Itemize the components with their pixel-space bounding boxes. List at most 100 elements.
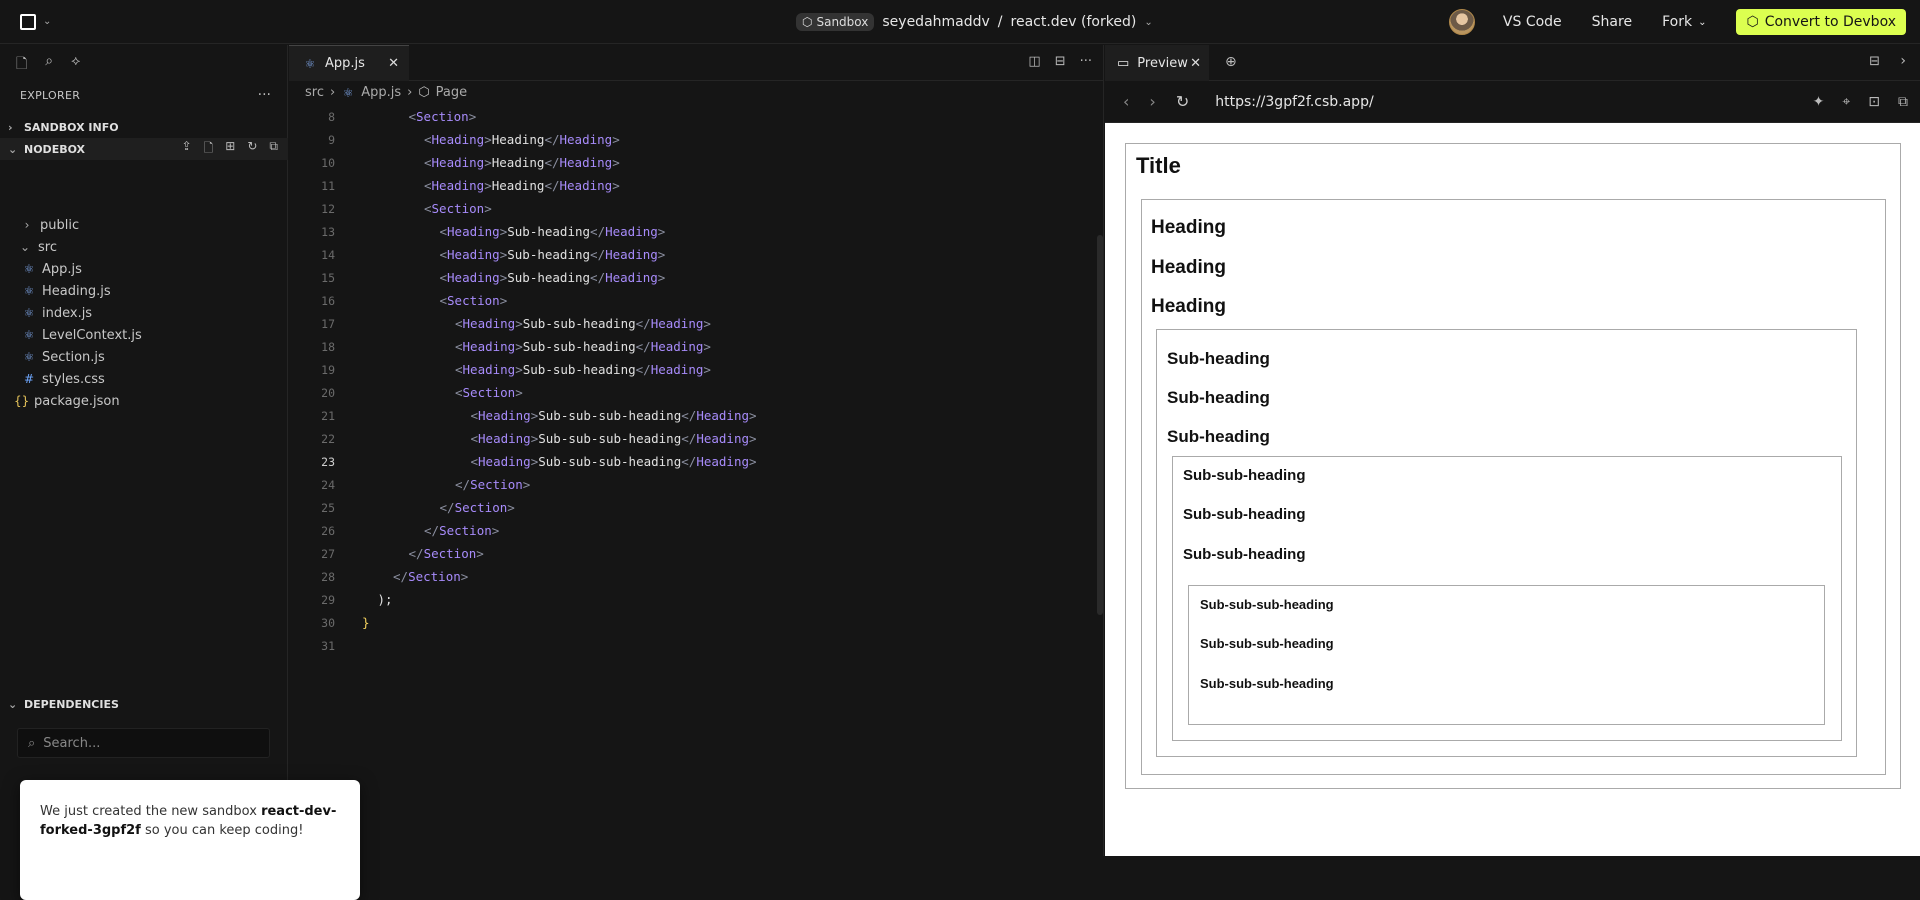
tree-item-label: index.js: [42, 305, 93, 321]
search-icon[interactable]: ⌕: [45, 53, 53, 77]
tab-app-js[interactable]: ⚛ App.js ✕: [289, 45, 409, 81]
code-line[interactable]: 8 <Section>: [289, 105, 1104, 128]
breadcrumb-src[interactable]: src: [305, 85, 324, 100]
react-icon: ⚛: [23, 284, 35, 298]
code-line[interactable]: 23 <Heading>Sub-sub-sub-heading</Heading>: [289, 450, 1104, 473]
code-line[interactable]: 22 <Heading>Sub-sub-sub-heading</Heading>: [289, 427, 1104, 450]
tree-item[interactable]: ⚛ App.js: [0, 258, 288, 280]
tree-item[interactable]: # styles.css: [0, 368, 288, 390]
react-icon: ⚛: [23, 262, 35, 276]
owner-name[interactable]: seyedahmaddv: [882, 14, 989, 30]
code-line[interactable]: 17 <Heading>Sub-sub-heading</Heading>: [289, 312, 1104, 335]
upload-icon[interactable]: ⇪: [182, 139, 192, 160]
dependencies-section[interactable]: ⌄ DEPENDENCIES: [0, 693, 288, 715]
tree-item[interactable]: ⚛ index.js: [0, 302, 288, 324]
sandbox-info-section[interactable]: › SANDBOX INFO: [0, 116, 288, 138]
code-line[interactable]: 16 <Section>: [289, 289, 1104, 312]
more-icon[interactable]: ···: [1080, 54, 1092, 69]
code-line[interactable]: 21 <Heading>Sub-sub-sub-heading</Heading>: [289, 404, 1104, 427]
code-line[interactable]: 30}: [289, 611, 1104, 634]
line-number: 16: [321, 293, 335, 308]
breadcrumb-file[interactable]: App.js: [361, 85, 401, 100]
convert-label: Convert to Devbox: [1764, 14, 1896, 30]
add-tab-icon[interactable]: ⊕: [1225, 54, 1237, 70]
project-name[interactable]: react.dev (forked): [1011, 14, 1137, 30]
code-line[interactable]: 15 <Heading>Sub-heading</Heading>: [289, 266, 1104, 289]
open-external-icon[interactable]: ⧉: [1898, 94, 1908, 110]
refresh-icon[interactable]: ↻: [247, 139, 257, 160]
code-line[interactable]: 26 </Section>: [289, 519, 1104, 542]
tree-item[interactable]: ⌄ src: [0, 236, 288, 258]
code-line[interactable]: 19 <Heading>Sub-sub-heading</Heading>: [289, 358, 1104, 381]
forward-icon[interactable]: ›: [1149, 92, 1155, 111]
code-line[interactable]: 28 </Section>: [289, 565, 1104, 588]
codesandbox-logo-icon[interactable]: [20, 14, 36, 30]
page-title: Title: [1136, 153, 1181, 178]
tab-preview[interactable]: ▭ Preview ✕: [1105, 45, 1209, 81]
code-line[interactable]: 13 <Heading>Sub-heading</Heading>: [289, 220, 1104, 243]
code-line[interactable]: 27 </Section>: [289, 542, 1104, 565]
close-icon[interactable]: ✕: [1190, 56, 1201, 71]
dependency-search-input[interactable]: ⌕ Search...: [17, 728, 270, 758]
chevron-down-icon[interactable]: ⌄: [1144, 17, 1152, 28]
chevron-right-icon[interactable]: ›: [1900, 53, 1906, 69]
sub-sub-sub-heading: Sub-sub-sub-heading: [1200, 636, 1334, 651]
layout-icon[interactable]: ⊟: [1869, 54, 1880, 69]
tree-item[interactable]: ⚛ LevelContext.js: [0, 324, 288, 346]
breadcrumb-symbol[interactable]: Page: [436, 85, 467, 100]
refresh-icon[interactable]: ↻: [1176, 92, 1189, 111]
code-line[interactable]: 24 </Section>: [289, 473, 1104, 496]
react-icon: ⚛: [23, 306, 35, 320]
code-line[interactable]: 10 <Heading>Heading</Heading>: [289, 151, 1104, 174]
more-icon[interactable]: ···: [258, 87, 271, 103]
heading: Heading: [1151, 257, 1226, 278]
json-icon: {}: [14, 394, 30, 408]
sub-sub-heading: Sub-sub-heading: [1183, 506, 1306, 523]
vertical-scrollbar[interactable]: [1097, 235, 1103, 615]
collapse-icon[interactable]: ⧉: [269, 139, 278, 160]
line-number: 11: [321, 178, 335, 193]
preview-panel: ▭ Preview ✕ ⊕ ⊟ › ‹ › ↻ https://3gpf2f.c…: [1105, 45, 1920, 856]
tree-item[interactable]: › public: [0, 214, 288, 236]
target-icon[interactable]: ⌖: [1842, 94, 1850, 110]
file-icon[interactable]: 🗋: [16, 53, 27, 77]
sub-sub-sub-heading: Sub-sub-sub-heading: [1200, 597, 1334, 612]
url-input[interactable]: https://3gpf2f.csb.app/: [1215, 94, 1373, 110]
code-line[interactable]: 11 <Heading>Heading</Heading>: [289, 174, 1104, 197]
close-icon[interactable]: ✕: [388, 56, 399, 71]
split-vertical-icon[interactable]: ◫: [1028, 54, 1040, 69]
code-line[interactable]: 31: [289, 634, 1104, 657]
nodebox-section[interactable]: ⌄ NODEBOX ⇪ 🗋 ⊞ ↻ ⧉: [0, 138, 288, 160]
code-line[interactable]: 25 </Section>: [289, 496, 1104, 519]
tree-item[interactable]: ⚛ Section.js: [0, 346, 288, 368]
tree-item[interactable]: {} package.json: [0, 390, 288, 412]
console-icon[interactable]: ⊡: [1868, 94, 1880, 110]
code-line[interactable]: 12 <Section>: [289, 197, 1104, 220]
new-folder-icon[interactable]: ⊞: [225, 139, 235, 160]
code-text: </Section>: [439, 500, 515, 515]
line-number: 14: [321, 247, 335, 262]
avatar[interactable]: [1448, 9, 1475, 35]
git-icon[interactable]: ⟡: [71, 53, 80, 77]
tree-item[interactable]: ⚛ Heading.js: [0, 280, 288, 302]
chevron-down-icon: ⌄: [19, 240, 31, 254]
fork-button[interactable]: Fork ⌄: [1662, 14, 1706, 30]
code-text: </Section>: [408, 546, 484, 561]
new-file-icon[interactable]: 🗋: [204, 139, 214, 160]
project-title: ⬡ Sandbox seyedahmaddv / react.dev (fork…: [796, 12, 1153, 32]
split-horizontal-icon[interactable]: ⊟: [1055, 54, 1066, 69]
convert-to-devbox-button[interactable]: ⬡ Convert to Devbox: [1736, 9, 1906, 35]
code-line[interactable]: 29);: [289, 588, 1104, 611]
code-line[interactable]: 20 <Section>: [289, 381, 1104, 404]
code-line[interactable]: 14 <Heading>Sub-heading</Heading>: [289, 243, 1104, 266]
code-text: </Section>: [455, 477, 531, 492]
fork-label: Fork: [1662, 14, 1693, 30]
chevron-down-icon[interactable]: ⌄: [43, 16, 51, 27]
share-button[interactable]: Share: [1592, 14, 1632, 30]
back-icon[interactable]: ‹: [1123, 92, 1129, 111]
sparkle-icon[interactable]: ✦: [1813, 94, 1825, 110]
code-line[interactable]: 9 <Heading>Heading</Heading>: [289, 128, 1104, 151]
vscode-button[interactable]: VS Code: [1503, 14, 1562, 30]
explorer-title: EXPLORER: [20, 89, 81, 102]
code-line[interactable]: 18 <Heading>Sub-sub-heading</Heading>: [289, 335, 1104, 358]
